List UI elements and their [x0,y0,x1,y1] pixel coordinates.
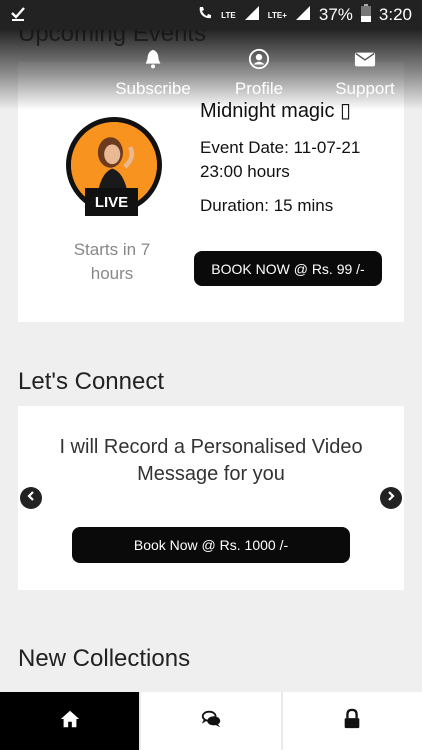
lock-icon [341,708,363,735]
chat-icon [200,708,222,735]
event-duration: Duration: 15 mins [200,196,334,215]
network-label-2: LTE+ [267,10,287,20]
live-badge: LIVE [85,188,138,216]
mail-icon [354,48,376,79]
event-title: Midnight magic ▯ [200,100,352,122]
signal-icon-2 [295,5,311,26]
bottom-tab-bar [0,692,422,750]
book-now-event-button[interactable]: BOOK NOW @ Rs. 99 /- [194,251,382,286]
status-bar: LTE LTE+ 37% 3:20 [0,0,422,30]
check-icon [10,5,26,26]
book-now-video-button[interactable]: Book Now @ Rs. 1000 /- [72,527,350,563]
phone-icon [197,5,213,26]
network-label: LTE [221,10,236,20]
nav-profile[interactable]: Profile [206,48,312,98]
carousel-prev-button[interactable] [20,487,42,509]
chevron-left-icon [25,489,37,507]
lets-connect-heading: Let's Connect [18,368,165,395]
starts-in-text: Starts in 7 hours [73,240,151,283]
bell-icon [142,48,164,79]
signal-icon [244,5,260,26]
connect-card: I will Record a Personalised Video Messa… [18,406,404,590]
clock: 3:20 [378,5,412,24]
tab-chat[interactable] [141,692,281,750]
user-icon [248,48,270,79]
nav-support[interactable]: Support [312,48,418,98]
nav-subscribe[interactable]: Subscribe [100,48,206,98]
connect-description: I will Record a Personalised Video Messa… [59,436,363,485]
nav-profile-label: Profile [234,79,284,98]
chevron-right-icon [385,489,397,507]
battery-percent: 37% [318,5,353,24]
battery-icon [360,3,371,27]
home-icon [59,708,81,735]
tab-home[interactable] [0,692,140,750]
nav-subscribe-label: Subscribe [115,79,191,98]
tab-lock[interactable] [282,692,422,750]
nav-support-label: Support [335,79,395,98]
event-date: Event Date: 11-07-21 23:00 hours [200,138,361,181]
carousel-next-button[interactable] [380,487,402,509]
new-collections-heading: New Collections [18,645,191,672]
top-nav: Subscribe Profile Support [100,48,422,98]
